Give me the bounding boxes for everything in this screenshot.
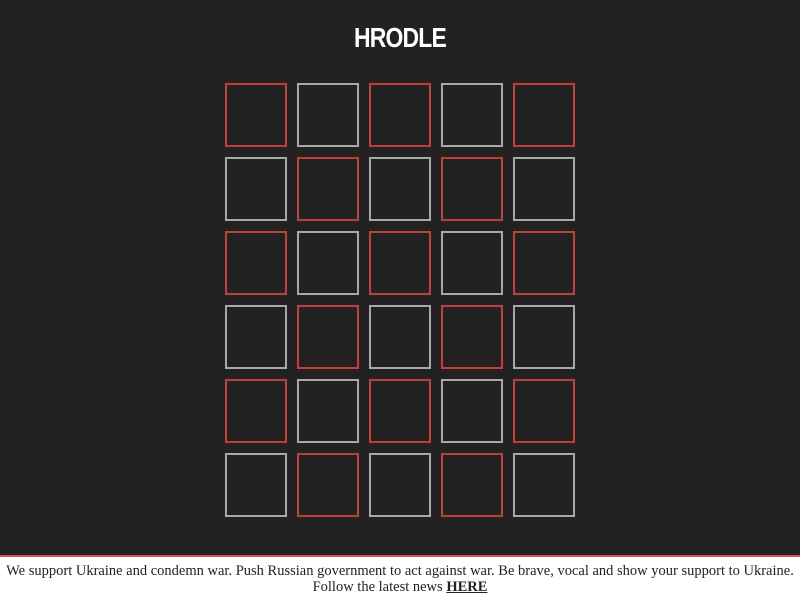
board-tile [225, 305, 287, 369]
board-tile [513, 305, 575, 369]
board-tile [369, 453, 431, 517]
board-tile [225, 157, 287, 221]
board-tile [441, 453, 503, 517]
board-tile [513, 83, 575, 147]
board-tile [297, 379, 359, 443]
game-board [225, 83, 575, 517]
board-tile [297, 453, 359, 517]
board-tile [513, 453, 575, 517]
board-tile [225, 453, 287, 517]
board-tile [441, 231, 503, 295]
board-tile [297, 157, 359, 221]
board-tile [297, 305, 359, 369]
board-tile [225, 379, 287, 443]
board-tile [369, 379, 431, 443]
board-tile [513, 157, 575, 221]
board-tile [441, 305, 503, 369]
board-tile [225, 83, 287, 147]
support-banner: We support Ukraine and condemn war. Push… [0, 555, 800, 600]
board-tile [441, 379, 503, 443]
board-tile [513, 379, 575, 443]
game-title: HRODLE [353, 22, 447, 53]
board-tile [369, 157, 431, 221]
board-tile [513, 231, 575, 295]
board-tile [297, 83, 359, 147]
board-tile [369, 231, 431, 295]
board-tile [441, 83, 503, 147]
banner-follow-text: Follow the latest news [312, 579, 447, 595]
news-link[interactable]: HERE [446, 579, 487, 595]
board-tile [297, 231, 359, 295]
board-tile [441, 157, 503, 221]
banner-message: We support Ukraine and condemn war. Push… [6, 563, 794, 579]
board-tile [369, 83, 431, 147]
board-tile [369, 305, 431, 369]
board-tile [225, 231, 287, 295]
